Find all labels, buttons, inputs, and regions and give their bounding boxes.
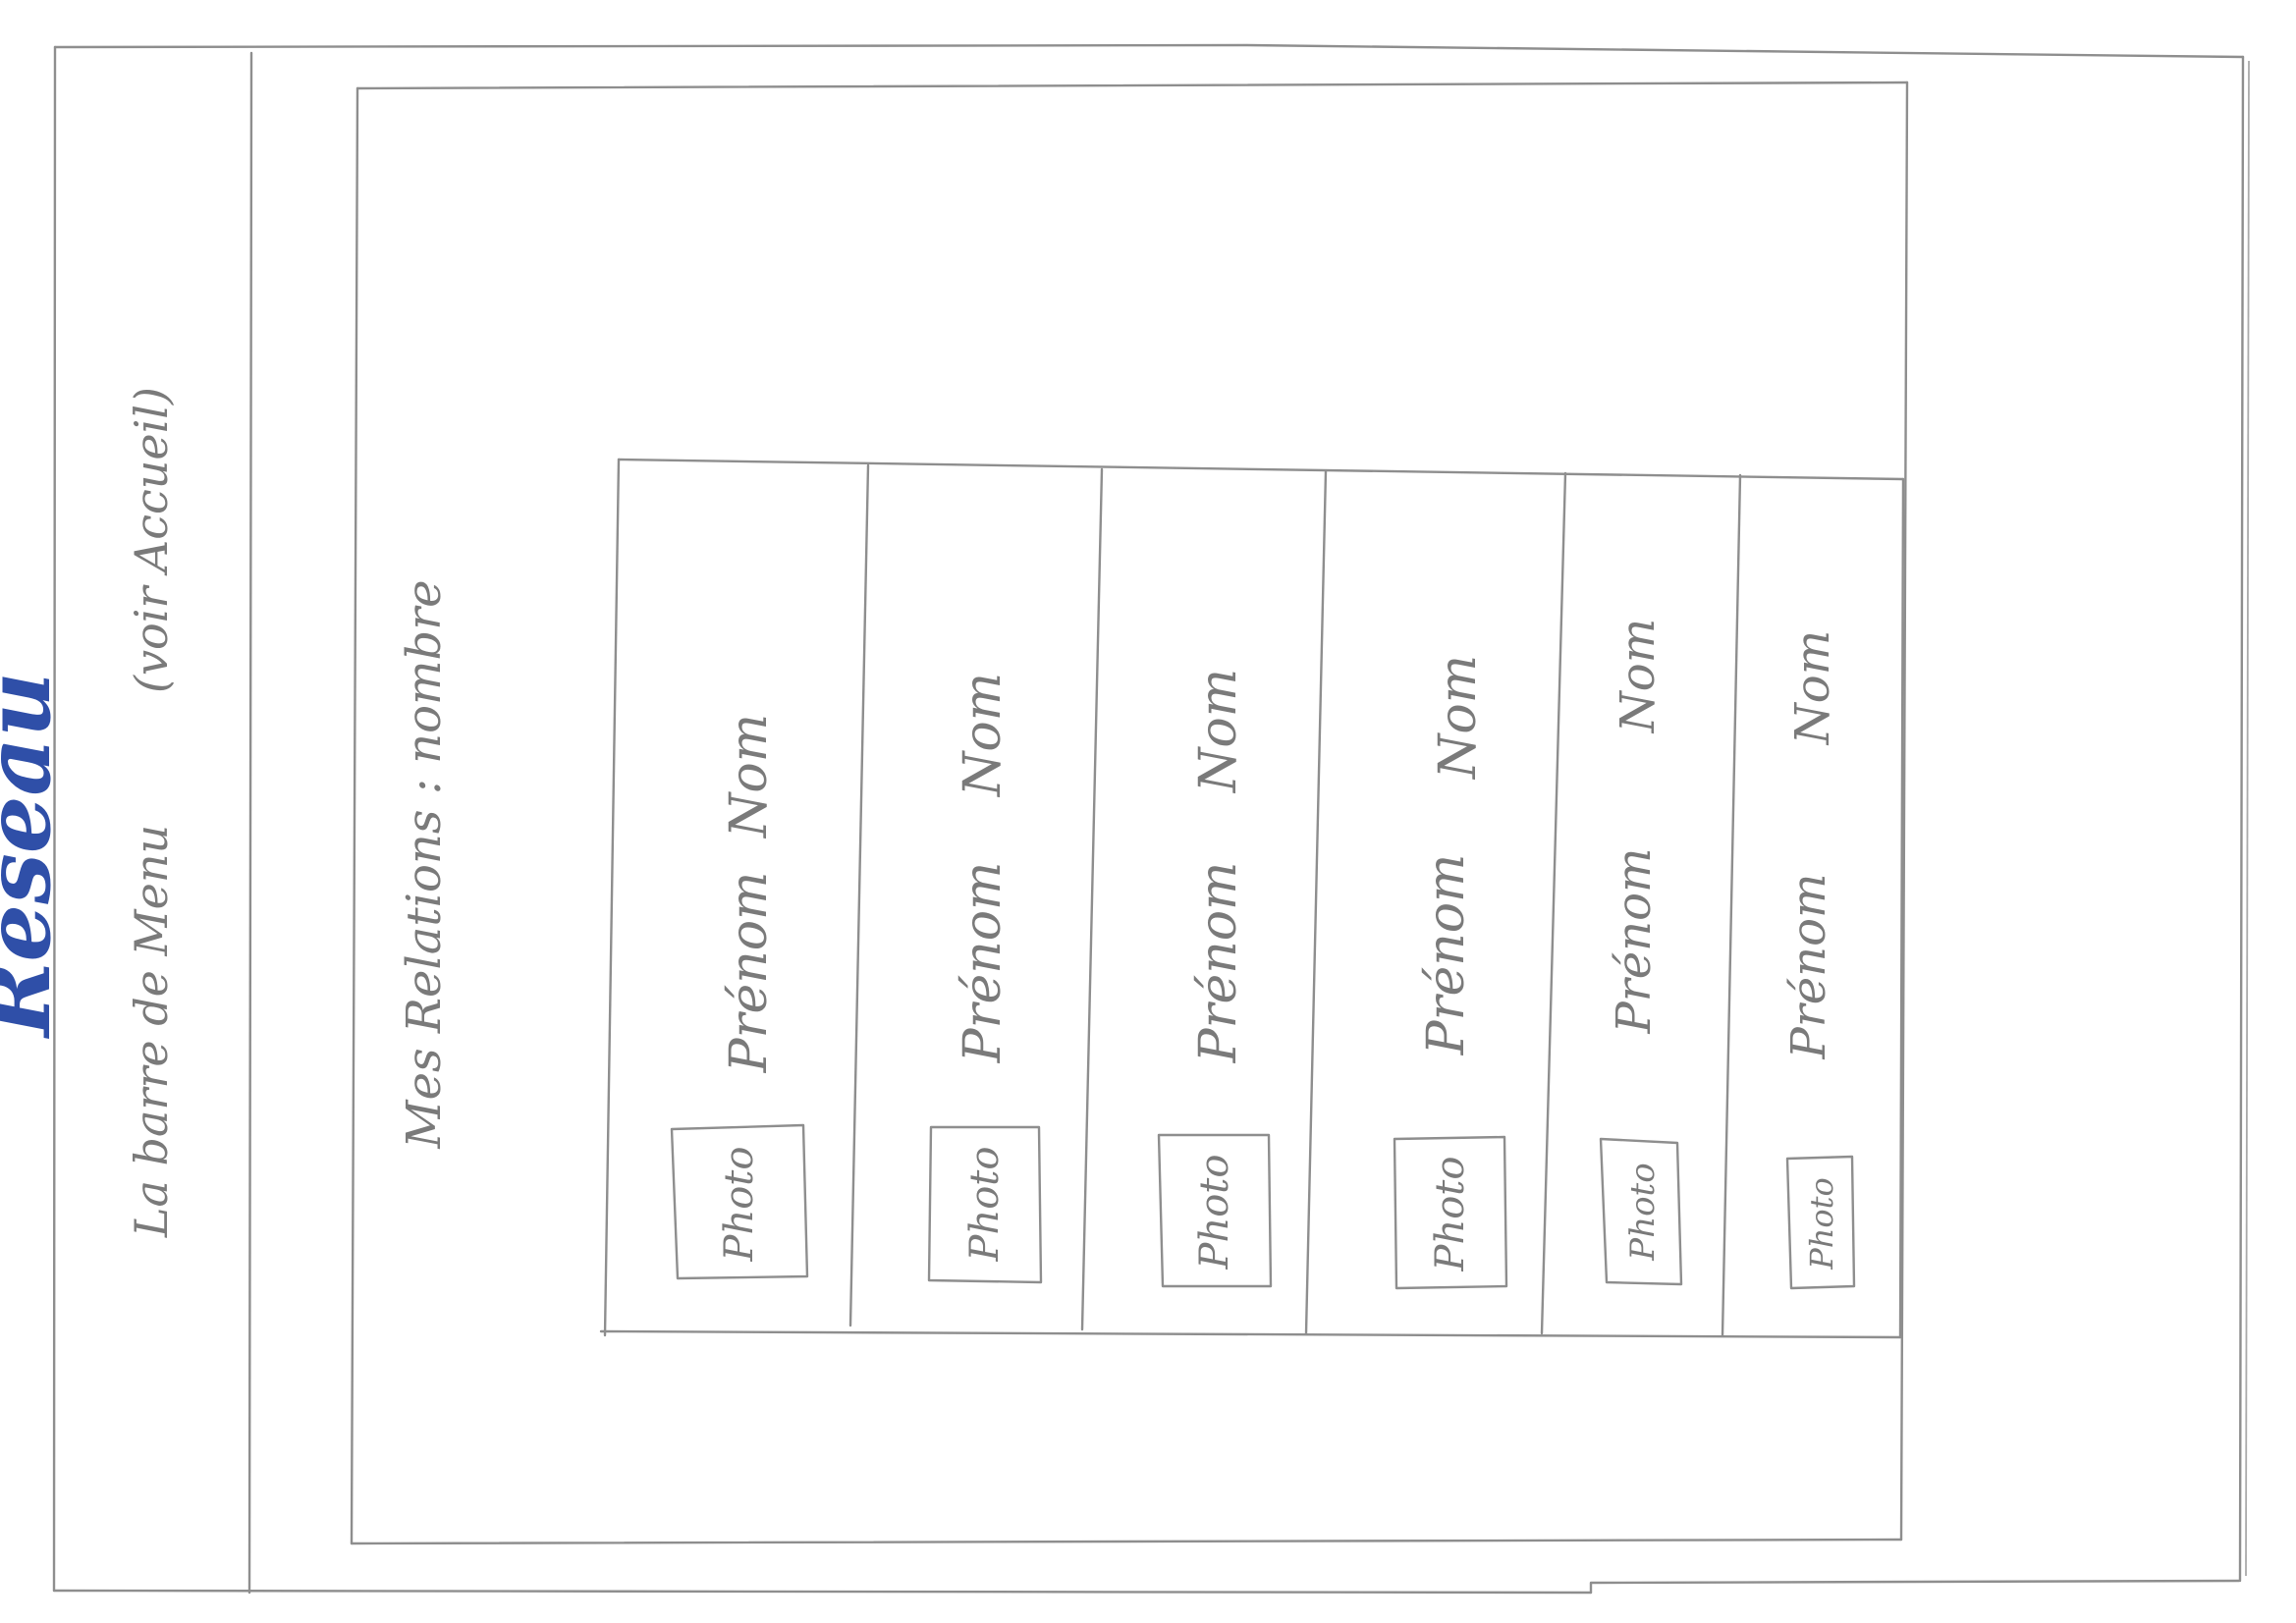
menu-bar-label: La barre de Menu <box>125 825 178 1238</box>
last-name: Nom <box>720 714 779 839</box>
relations-list <box>599 458 1905 1339</box>
first-name: Prénom <box>1417 854 1476 1056</box>
photo-label: Photo <box>962 1147 1008 1263</box>
photo-label: Photo <box>717 1147 762 1263</box>
photo-label: Photo <box>1623 1163 1663 1261</box>
page-title: Réseau <box>0 672 71 1040</box>
last-name: Nom <box>1429 655 1488 781</box>
photo-label: Photo <box>1428 1157 1473 1272</box>
last-name: Nom <box>1785 630 1840 745</box>
relation-card[interactable]: Photo Prénom Nom <box>1607 619 1666 1262</box>
relation-card[interactable]: Photo Prénom Nom <box>717 714 779 1263</box>
last-name: Nom <box>954 673 1012 798</box>
relation-card[interactable]: Photo Prénom Nom <box>1781 630 1840 1271</box>
last-name: Nom <box>1189 669 1248 794</box>
first-name: Prénom <box>954 862 1012 1064</box>
relation-card[interactable]: Photo Prénom Nom <box>1417 655 1488 1272</box>
page-frame <box>52 43 2250 1595</box>
relation-card[interactable]: Photo Prénom Nom <box>1189 669 1248 1271</box>
wireframe-sketch: Réseau La barre de Menu (voir Accueil) M… <box>0 43 2250 1595</box>
first-name: Prénom <box>720 872 779 1074</box>
photo-label: Photo <box>1192 1155 1237 1271</box>
relations-heading: Mes Relations : nombre <box>397 579 452 1149</box>
photo-label: Photo <box>1803 1177 1840 1271</box>
relation-card[interactable]: Photo Prénom Nom <box>954 673 1012 1263</box>
photo-boxes <box>670 1123 1856 1290</box>
content-frame <box>350 81 1909 1545</box>
first-name: Prénom <box>1189 862 1248 1064</box>
menu-bar-note: (voir Accueil) <box>125 387 178 693</box>
sidebar-divider <box>247 51 253 1595</box>
first-name: Prénom <box>1607 848 1662 1035</box>
first-name: Prénom <box>1781 874 1836 1060</box>
last-name: Nom <box>1611 619 1666 733</box>
